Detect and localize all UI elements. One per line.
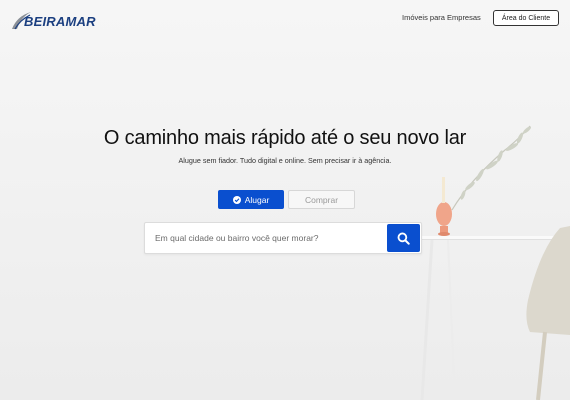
logo-text: BEIRAMAR: [24, 14, 96, 29]
client-area-button[interactable]: Área do Cliente: [493, 10, 559, 26]
search-input[interactable]: [145, 223, 387, 253]
hero-subtitle: Alugue sem fiador. Tudo digital e online…: [178, 156, 392, 165]
search-icon: [397, 232, 410, 245]
tab-comprar-label: Comprar: [304, 194, 339, 205]
beiramar-logo[interactable]: BEIRAMAR: [11, 8, 96, 30]
nav-link-empresas[interactable]: Imóveis para Empresas: [402, 13, 481, 22]
vase: [436, 202, 452, 226]
tab-alugar-label: Alugar: [244, 194, 270, 205]
chair-back: [526, 226, 570, 335]
hero-title: O caminho mais rápido até o seu novo lar: [103, 127, 467, 149]
search-box: [144, 222, 422, 254]
search-button[interactable]: [387, 224, 420, 252]
tab-alugar[interactable]: Alugar: [218, 190, 284, 209]
tab-comprar[interactable]: Comprar: [288, 190, 355, 209]
site-header: BEIRAMAR Imóveis para Empresas Área do C…: [0, 0, 570, 36]
check-circle-icon: [232, 195, 241, 204]
room-scene-illustration: [420, 125, 570, 400]
table-leg: [420, 239, 434, 400]
